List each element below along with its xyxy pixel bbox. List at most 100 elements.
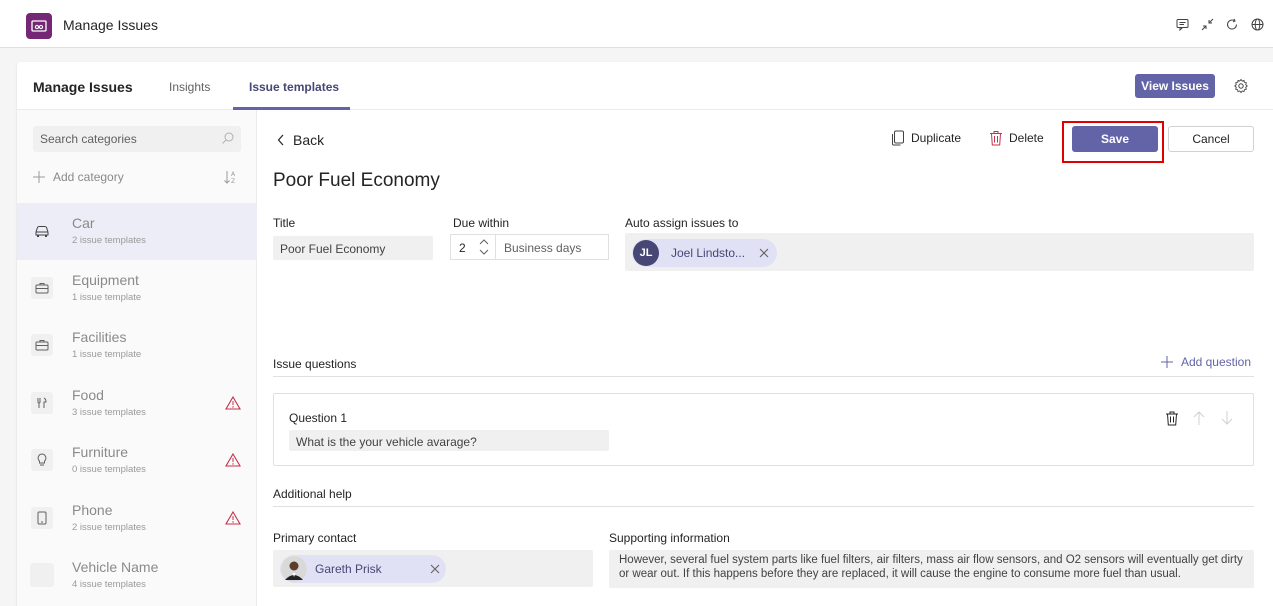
view-issues-button[interactable]: View Issues xyxy=(1135,74,1215,98)
trash-icon[interactable] xyxy=(1164,410,1180,426)
add-category-button[interactable]: Add category xyxy=(33,170,124,184)
sort-icon[interactable]: AZ xyxy=(223,169,239,185)
due-number-value: 2 xyxy=(459,241,466,255)
svg-text:A: A xyxy=(231,171,236,178)
category-item-phone[interactable]: Phone 2 issue templates xyxy=(17,490,257,547)
tab-bar: Manage Issues Insights Issue templates V… xyxy=(17,62,1273,110)
phone-icon xyxy=(31,507,53,529)
primary-contact-field[interactable]: Gareth Prisk xyxy=(273,550,593,587)
close-icon[interactable] xyxy=(430,564,440,574)
chat-icon[interactable] xyxy=(1174,16,1190,32)
category-item-furniture[interactable]: Furniture 0 issue templates xyxy=(17,432,257,489)
assignee-chip: JL Joel Lindsto... xyxy=(632,239,778,267)
fork-knife-icon xyxy=(31,392,53,414)
category-count: 3 issue templates xyxy=(72,407,146,418)
due-unit-select[interactable]: Business days xyxy=(504,241,581,255)
back-label: Back xyxy=(293,132,325,148)
chevron-left-icon xyxy=(277,134,284,146)
briefcase-icon xyxy=(31,277,53,299)
category-item-equipment[interactable]: Equipment 1 issue template xyxy=(17,260,257,317)
plus-icon xyxy=(1160,356,1173,368)
refresh-icon[interactable] xyxy=(1224,16,1240,32)
briefcase-icon xyxy=(31,334,53,356)
search-icon xyxy=(221,131,235,145)
lightbulb-icon xyxy=(31,449,53,471)
issue-questions-title: Issue questions xyxy=(273,357,357,371)
tab-issue-templates[interactable]: Issue templates xyxy=(249,80,339,94)
warning-icon xyxy=(225,395,241,411)
gear-icon[interactable] xyxy=(1233,78,1249,94)
avatar: JL xyxy=(633,240,659,266)
category-name: Furniture xyxy=(72,444,129,460)
main-card: Manage Issues Insights Issue templates V… xyxy=(17,62,1273,606)
assignee-name: Joel Lindsto... xyxy=(671,246,746,260)
app-title: Manage Issues xyxy=(63,17,158,33)
duplicate-label: Duplicate xyxy=(911,131,962,145)
due-within-input[interactable]: 2 Business days xyxy=(450,234,609,260)
category-item-vehicle-name[interactable]: Vehicle Name 4 issue templates xyxy=(17,547,257,604)
category-item-facilities[interactable]: Facilities 1 issue template xyxy=(17,317,257,374)
collapse-icon[interactable] xyxy=(1199,16,1215,32)
delete-label: Delete xyxy=(1009,131,1044,145)
question-input[interactable]: What is the your vehicle avarage? xyxy=(289,430,609,451)
back-button[interactable]: Back xyxy=(277,132,324,148)
close-icon[interactable] xyxy=(759,248,769,258)
category-name: Facilities xyxy=(72,329,127,345)
delete-button[interactable]: Delete xyxy=(989,130,1044,146)
car-icon xyxy=(31,220,53,242)
plus-icon xyxy=(33,171,45,183)
category-name: Vehicle Name xyxy=(72,559,159,575)
auto-assign-label: Auto assign issues to xyxy=(625,216,739,230)
title-label: Title xyxy=(273,216,296,230)
title-bar: Manage Issues xyxy=(0,0,1273,48)
duplicate-button[interactable]: Duplicate xyxy=(891,130,961,146)
category-item-car[interactable]: Car 2 issue templates xyxy=(17,203,257,260)
arrow-down-icon[interactable] xyxy=(1220,410,1234,426)
supporting-info-textarea[interactable]: However, several fuel system parts like … xyxy=(609,550,1254,588)
additional-help-title: Additional help xyxy=(273,487,352,501)
category-count: 0 issue templates xyxy=(72,464,146,475)
add-category-label: Add category xyxy=(53,170,124,184)
supporting-info-label: Supporting information xyxy=(609,531,730,545)
category-count: 1 issue template xyxy=(72,349,142,360)
avatar xyxy=(281,556,307,582)
cancel-button[interactable]: Cancel xyxy=(1168,126,1254,152)
search-placeholder: Search categories xyxy=(40,132,137,146)
number-stepper[interactable] xyxy=(477,236,491,258)
title-input[interactable]: Poor Fuel Economy xyxy=(273,236,433,260)
search-categories-input[interactable]: Search categories xyxy=(33,126,241,152)
tab-insights[interactable]: Insights xyxy=(169,80,210,94)
due-within-label: Due within xyxy=(453,216,510,230)
svg-text:Z: Z xyxy=(231,178,235,185)
globe-icon[interactable] xyxy=(1249,16,1265,32)
add-question-label: Add question xyxy=(1180,355,1251,369)
page-brand-title: Manage Issues xyxy=(33,79,133,95)
primary-contact-label: Primary contact xyxy=(273,531,357,545)
save-button[interactable]: Save xyxy=(1072,126,1158,152)
category-item-food[interactable]: Food 3 issue templates xyxy=(17,375,257,432)
add-question-button[interactable]: Add question xyxy=(1160,355,1251,369)
additional-help-header: Additional help xyxy=(273,485,1254,507)
category-name: Food xyxy=(72,387,104,403)
copy-icon xyxy=(892,130,904,146)
template-heading: Poor Fuel Economy xyxy=(273,170,440,191)
template-editor: Back Duplicate Delete Save Cancel Poor F… xyxy=(257,110,1273,606)
category-count: 2 issue templates xyxy=(72,235,146,246)
auto-assign-field[interactable]: JL Joel Lindsto... xyxy=(625,233,1254,271)
question-title: Question 1 xyxy=(289,411,348,425)
trash-icon xyxy=(990,131,1002,146)
category-count: 4 issue templates xyxy=(72,579,146,590)
warning-icon xyxy=(225,452,241,468)
category-sidebar: Search categories Add category AZ Car 2 … xyxy=(17,110,257,606)
arrow-up-icon[interactable] xyxy=(1192,410,1206,426)
category-name: Equipment xyxy=(72,272,139,288)
warning-icon xyxy=(225,510,241,526)
contact-chip: Gareth Prisk xyxy=(280,555,446,583)
category-name: Phone xyxy=(72,502,113,518)
app-logo-icon xyxy=(26,13,52,39)
blank-category-icon xyxy=(30,563,54,587)
category-count: 2 issue templates xyxy=(72,522,146,533)
category-name: Car xyxy=(72,215,95,231)
question-card: Question 1 What is the your vehicle avar… xyxy=(273,393,1254,466)
category-count: 1 issue template xyxy=(72,292,142,303)
